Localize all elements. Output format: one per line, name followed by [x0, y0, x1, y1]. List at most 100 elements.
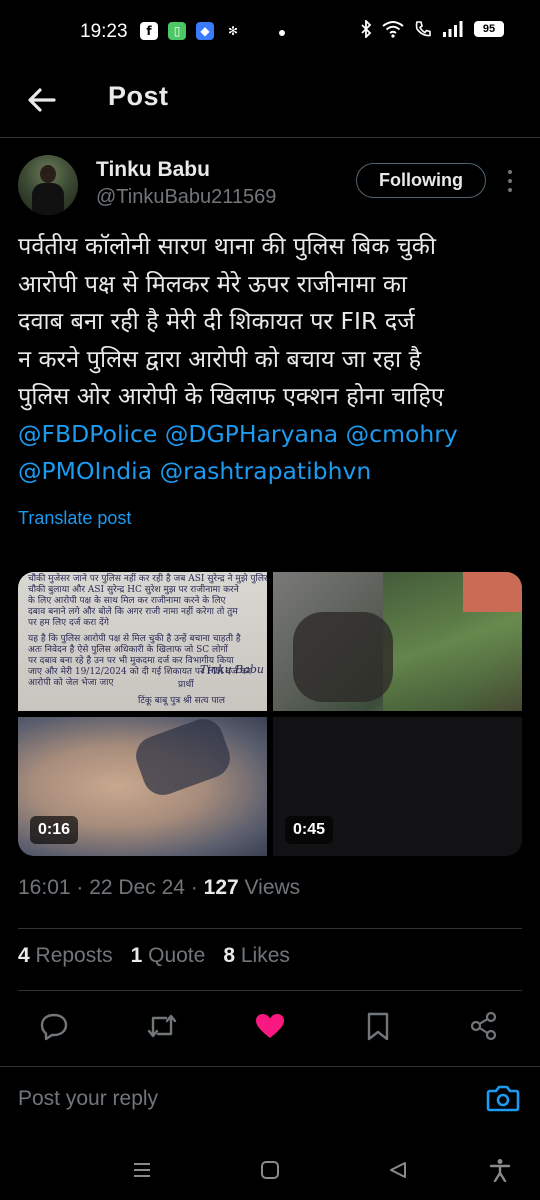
back-button[interactable] [24, 82, 60, 118]
video-thumbnail[interactable]: 0:16 [18, 717, 267, 856]
back-nav-button[interactable] [382, 1154, 414, 1186]
mentions-line: @PMOIndia @rashtrapatibhvn [18, 453, 528, 491]
notification-icons: f ▯ ◆ ✻ [140, 22, 242, 40]
likes-stat[interactable]: 8 Likes [223, 944, 290, 968]
repost-icon [147, 1014, 177, 1038]
scene-shape [293, 612, 393, 702]
document-text: आरोपी को जेल भेजा जाए [28, 678, 114, 688]
action-bar [0, 1006, 540, 1046]
system-navigation-bar [0, 1140, 540, 1200]
quotes-stat[interactable]: 1 Quote [131, 944, 206, 968]
scene-shape [130, 717, 236, 801]
document-sign-label: प्रार्थी [178, 680, 194, 690]
divider [18, 990, 522, 991]
views-label: Views [244, 876, 301, 899]
video-duration: 0:45 [285, 816, 334, 844]
quotes-label: Quote [148, 944, 206, 967]
document-text: चौकी मुजेसर जाने पर पुलिस नहीं कर रही है… [28, 574, 267, 584]
views-count: 127 [203, 876, 239, 899]
likes-label: Likes [240, 944, 290, 967]
status-time: 19:23 [80, 21, 128, 42]
video-thumbnail[interactable]: 0:45 [273, 717, 522, 856]
accessibility-icon [489, 1159, 511, 1182]
post-time: 16:01 [18, 876, 71, 899]
battery-icon: 95 [474, 21, 504, 37]
system-icons: 95 [360, 20, 504, 38]
share-icon [470, 1011, 497, 1041]
post-line: न करने पुलिस द्वारा आरोपी को बचाय जा रहा… [18, 344, 422, 373]
reply-composer [0, 1066, 540, 1130]
following-button[interactable]: Following [356, 163, 486, 198]
more-dot-icon [508, 188, 512, 192]
document-signature: Tinku Babu [200, 663, 264, 676]
facebook-icon: f [140, 22, 158, 40]
bluetooth-icon [361, 20, 372, 38]
app-icon: ▯ [168, 22, 186, 40]
recents-button[interactable] [126, 1154, 158, 1186]
post-line: पर्वतीय कॉलोनी सारण थाना की पुलिस बिक चु… [18, 232, 436, 260]
avatar[interactable] [18, 155, 78, 215]
mention-link[interactable]: @cmohry [346, 420, 458, 448]
mention-link[interactable]: @PMOIndia [18, 457, 152, 485]
media-grid: चौकी मुजेसर जाने पर पुलिस नहीं कर रही है… [18, 572, 522, 856]
camera-button[interactable] [486, 1083, 522, 1115]
status-bar: 19:23 f ▯ ◆ ✻ 95 [0, 0, 540, 66]
engagement-stats: 4 Reposts 1 Quote 8 Likes [18, 944, 290, 968]
notification-dot-icon [279, 30, 285, 36]
post-meta: 16:01 · 22 Dec 24 · 127 Views [18, 876, 301, 899]
app-icon: ◆ [196, 22, 214, 40]
arrow-left-icon [28, 88, 56, 112]
divider [18, 928, 522, 929]
triangle-back-icon [390, 1162, 406, 1178]
camera-icon [486, 1085, 520, 1112]
signal-icon [443, 21, 463, 37]
post-line: आरोपी पक्ष से मिलकर मेरे ऊपर राजीनामा का [18, 269, 407, 298]
reply-button[interactable] [34, 1006, 74, 1046]
post-line: दवाब बना रही है मेरी दी शिकायत पर FIR दर… [18, 307, 415, 335]
like-button[interactable] [250, 1006, 290, 1046]
share-button[interactable] [464, 1006, 504, 1046]
media-image-document[interactable]: चौकी मुजेसर जाने पर पुलिस नहीं कर रही है… [18, 572, 267, 711]
more-dot-icon [508, 179, 512, 183]
document-text: अतः निवेदन है ऐसे पुलिस अधिकारी के खिलाफ… [28, 645, 228, 655]
author-handle[interactable]: @TinkuBabu211569 [96, 186, 276, 209]
quotes-count: 1 [130, 944, 143, 967]
more-options-button[interactable] [500, 168, 520, 194]
reply-input[interactable] [18, 1083, 458, 1115]
accessibility-button[interactable] [484, 1154, 516, 1186]
post-text: पर्वतीय कॉलोनी सारण थाना की पुलिस बिक चु… [18, 228, 528, 491]
mentions-line: @FBDPolice @DGPHaryana @cmohry [18, 416, 528, 454]
reposts-label: Reposts [35, 944, 113, 967]
heart-filled-icon [256, 1014, 284, 1038]
post-line: पुलिस ओर आरोपी के खिलाफ एक्शन होना चाहिए [18, 382, 444, 410]
more-dot-icon [508, 170, 512, 174]
mention-link[interactable]: @rashtrapatibhvn [160, 457, 372, 485]
media-image-scene[interactable] [273, 572, 522, 711]
mention-link[interactable]: @DGPHaryana [165, 420, 338, 448]
reply-icon [40, 1013, 68, 1041]
square-icon [261, 1161, 279, 1179]
repost-button[interactable] [142, 1006, 182, 1046]
menu-icon [134, 1163, 150, 1177]
document-text: चौकी बुलाया और ASI सुरेन्द्र HC सुरेश मु… [28, 585, 239, 595]
video-duration: 0:16 [30, 816, 79, 844]
bookmark-button[interactable] [358, 1006, 398, 1046]
mention-link[interactable]: @FBDPolice [18, 420, 157, 448]
document-text: दबाव बनाने लगे और बोले कि अगर राजी नामा … [28, 607, 238, 617]
author-name[interactable]: Tinku Babu [96, 158, 210, 182]
translate-post-link[interactable]: Translate post [18, 508, 131, 529]
home-button[interactable] [254, 1154, 286, 1186]
likes-count: 8 [223, 944, 236, 967]
document-text: यह है कि पुलिस आरोपी पक्ष से मिल चुकी है… [28, 634, 241, 644]
avatar-body [32, 183, 64, 215]
call-icon [415, 21, 431, 37]
document-text: के लिए आरोपी पक्ष के साथ मिल कर राजीनामा… [28, 596, 226, 606]
post-date: 22 Dec 24 [89, 876, 185, 899]
document-text: पर हम लिए दर्ज करा देंगे [28, 618, 109, 628]
app-icon: ✻ [227, 24, 239, 38]
reposts-stat[interactable]: 4 Reposts [18, 944, 113, 968]
document-sign-name: टिंकू बाबू पुत्र श्री सत्य पाल [138, 696, 225, 706]
wifi-icon [382, 21, 404, 38]
bookmark-icon [367, 1012, 389, 1041]
scene-shape [463, 572, 522, 612]
